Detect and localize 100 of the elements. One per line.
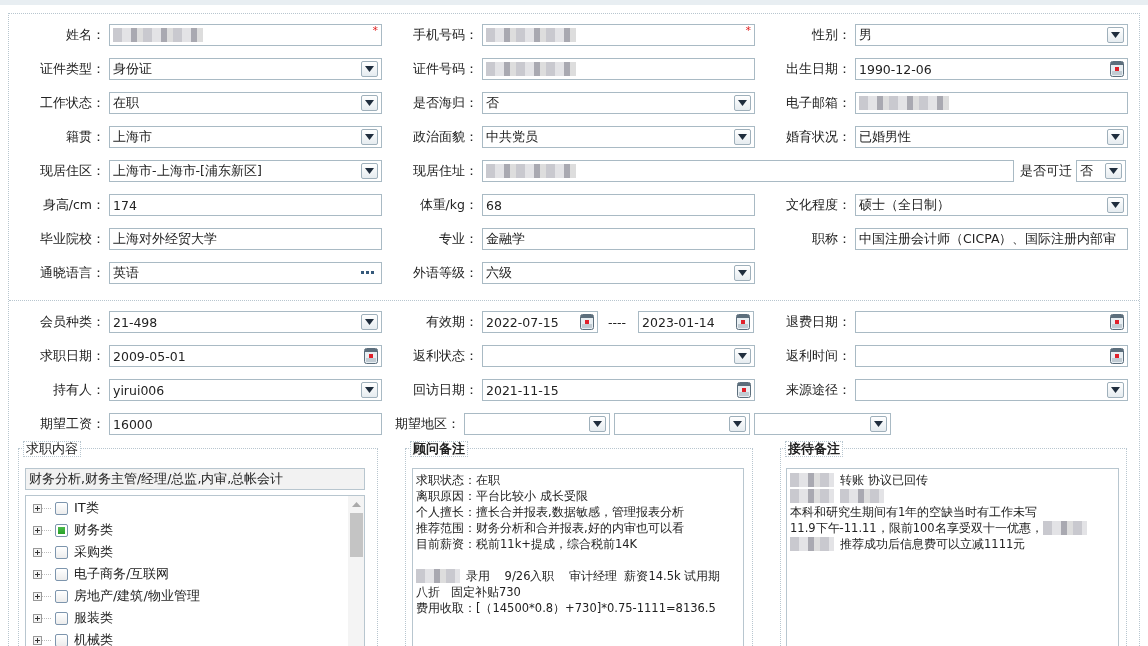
more-icon[interactable]: [361, 271, 375, 275]
note-line: 离职原因：平台比较小 成长受限: [416, 488, 588, 504]
expand-icon[interactable]: [33, 635, 51, 645]
dropdown-button[interactable]: [361, 61, 378, 77]
select-field[interactable]: [614, 413, 750, 435]
field-value: 六级: [486, 264, 513, 282]
text-field[interactable]: 174: [109, 194, 382, 216]
checkbox[interactable]: [55, 611, 68, 625]
text-field[interactable]: 英语: [109, 262, 382, 284]
date-field[interactable]: [855, 345, 1128, 367]
text-field[interactable]: [482, 160, 1014, 182]
text-field[interactable]: *: [109, 24, 382, 46]
field-label: 工作状态：: [39, 94, 106, 112]
expand-icon[interactable]: [33, 503, 51, 513]
tree-item[interactable]: 房地产/建筑/物业管理: [74, 587, 200, 605]
date-field[interactable]: 2021-11-15: [482, 379, 755, 401]
text-field[interactable]: 金融学: [482, 228, 755, 250]
text-field[interactable]: 上海对外经贸大学: [109, 228, 382, 250]
select-field[interactable]: 否: [482, 92, 755, 114]
dropdown-button[interactable]: [361, 163, 378, 179]
select-field[interactable]: [855, 379, 1128, 401]
date-field[interactable]: 2009-05-01: [109, 345, 382, 367]
select-field[interactable]: 男: [855, 24, 1128, 46]
tree-item[interactable]: 电子商务/互联网: [74, 565, 170, 583]
dropdown-button[interactable]: [1107, 197, 1124, 213]
tree-item[interactable]: 财务类: [74, 521, 113, 539]
date-field[interactable]: 2022-07-15: [482, 311, 598, 333]
text-field[interactable]: [482, 58, 755, 80]
calendar-icon[interactable]: [1110, 61, 1124, 77]
expand-icon[interactable]: [33, 569, 51, 579]
calendar-icon[interactable]: [364, 348, 378, 364]
calendar-icon[interactable]: [1110, 314, 1124, 330]
dropdown-button[interactable]: [361, 95, 378, 111]
field-label: 证件号码：: [412, 60, 479, 78]
dropdown-button[interactable]: [734, 95, 751, 111]
checkbox[interactable]: [55, 633, 68, 646]
text-field[interactable]: 中国注册会计师（CICPA）、国际注册内部审: [855, 228, 1128, 250]
checkbox[interactable]: [55, 567, 68, 581]
select-field[interactable]: 21-498: [109, 311, 382, 333]
expand-icon[interactable]: [33, 547, 51, 557]
field-label: 姓名：: [65, 26, 106, 44]
dropdown-button[interactable]: [589, 416, 606, 432]
expand-icon[interactable]: [33, 525, 51, 535]
dropdown-button[interactable]: [361, 129, 378, 145]
field-value: 金融学: [486, 230, 526, 248]
checkbox[interactable]: [55, 523, 68, 537]
calendar-icon[interactable]: [737, 382, 751, 398]
scrollbar[interactable]: [348, 496, 364, 646]
select-field[interactable]: 身份证: [109, 58, 382, 80]
select-field[interactable]: 中共党员: [482, 126, 755, 148]
select-field[interactable]: yirui006: [109, 379, 382, 401]
dropdown-button[interactable]: [1105, 163, 1122, 179]
scrollbar-thumb[interactable]: [349, 513, 363, 557]
calendar-icon[interactable]: [580, 314, 594, 330]
select-field[interactable]: 上海市: [109, 126, 382, 148]
date-field[interactable]: 1990-12-06: [855, 58, 1128, 80]
text-field[interactable]: [855, 92, 1128, 114]
tree-item[interactable]: 服装类: [74, 609, 113, 627]
field-label: 身高/cm：: [41, 196, 106, 214]
dropdown-button[interactable]: [734, 348, 751, 364]
dropdown-button[interactable]: [1107, 129, 1124, 145]
date-field[interactable]: [855, 311, 1128, 333]
calendar-icon[interactable]: [736, 314, 751, 330]
text-field[interactable]: *: [482, 24, 755, 46]
select-field[interactable]: 上海市-上海市-[浦东新区]: [109, 160, 382, 182]
text-field[interactable]: 16000: [109, 413, 382, 435]
dropdown-button[interactable]: [361, 382, 378, 398]
checkbox[interactable]: [55, 501, 68, 515]
select-field[interactable]: [754, 413, 891, 435]
tree-item[interactable]: 采购类: [74, 543, 113, 561]
select-field[interactable]: [482, 345, 755, 367]
select-field[interactable]: 硕士（全日制）: [855, 194, 1128, 216]
expand-icon[interactable]: [33, 591, 51, 601]
dropdown-button[interactable]: [361, 314, 378, 330]
select-field[interactable]: 否: [1076, 160, 1126, 182]
dropdown-button[interactable]: [1107, 382, 1124, 398]
dropdown-button[interactable]: [1107, 27, 1124, 43]
tree-item[interactable]: 机械类: [74, 631, 113, 646]
notes-area[interactable]: 转账 协议已回传 本科和研究生期间有1年的空缺当时有工作未写 11.9下午-11.11，限前100名享受双十一优惠， 推荐成功后信息费可以立减1111元: [786, 468, 1119, 646]
dropdown-button[interactable]: [870, 416, 887, 432]
summary-field[interactable]: 财务分析,财务主管/经理/总监,内审,总帐会计: [25, 468, 365, 490]
select-field[interactable]: 已婚男性: [855, 126, 1128, 148]
date-field[interactable]: 2023-01-14: [638, 311, 755, 333]
tree-item[interactable]: IT类: [74, 499, 99, 517]
field-label: 返利状态：: [412, 347, 479, 365]
dropdown-button[interactable]: [734, 129, 751, 145]
notes-area[interactable]: 求职状态：在职 离职原因：平台比较小 成长受限 个人擅长：擅长合并报表,数据敏感，管理报表分析 推荐范围：财务分析和合并报表,好的内审也可以看 目前薪资：税前11k+提成，综合税前14K 录用 9/26入职 审计经理 薪资14.5k 试用期 八折 固定补贴730 费用收取：[（14500*0.8）+730]*0.75-1111=8136.5: [412, 468, 744, 646]
checkbox[interactable]: [55, 589, 68, 603]
select-field[interactable]: [464, 413, 610, 435]
field-value: 1990-12-06: [859, 61, 933, 77]
dropdown-button[interactable]: [729, 416, 746, 432]
caret-icon: [365, 100, 374, 106]
expand-icon[interactable]: [33, 613, 51, 623]
dropdown-button[interactable]: [734, 265, 751, 281]
checkbox[interactable]: [55, 545, 68, 559]
select-field[interactable]: 六级: [482, 262, 755, 284]
text-field[interactable]: 68: [482, 194, 755, 216]
calendar-icon[interactable]: [1110, 348, 1124, 364]
group-legend: 接待备注: [785, 441, 843, 457]
select-field[interactable]: 在职: [109, 92, 382, 114]
